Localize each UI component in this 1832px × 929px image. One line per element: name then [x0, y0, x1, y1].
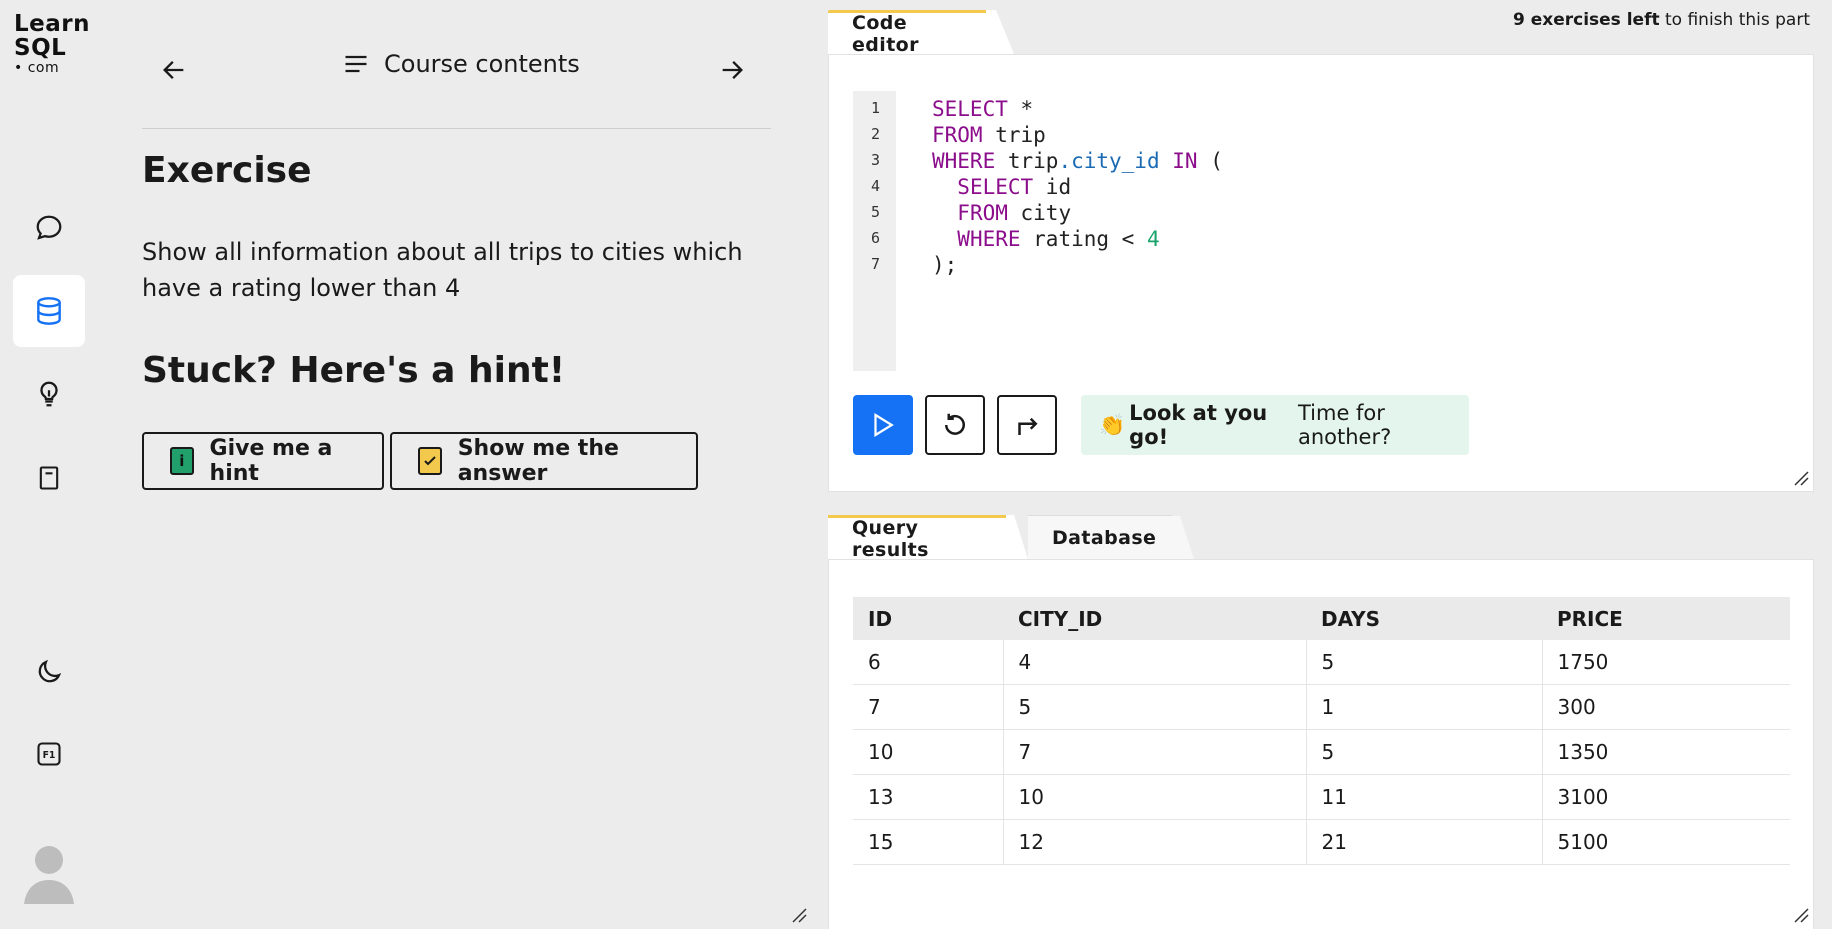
divider: [142, 128, 771, 129]
table-cell: 300: [1542, 684, 1790, 730]
line-number: 2: [871, 125, 881, 143]
run-button[interactable]: [853, 395, 913, 455]
previous-exercise-button[interactable]: [156, 52, 192, 88]
exercises-left-count: 9 exercises left: [1512, 10, 1660, 30]
reset-button[interactable]: [925, 395, 985, 455]
code-editor[interactable]: 1 2 3 4 5 6 7 SELECT * FROM trip WHERE trip.ci…: [853, 91, 1808, 371]
logo-line-1: Learn: [14, 11, 90, 37]
table-header-row: ID CITY_ID DAYS PRICE: [853, 597, 1790, 640]
tab-corner: [986, 10, 1014, 54]
table-row: 7 5 1 300: [853, 684, 1790, 730]
dark-mode-icon[interactable]: [13, 636, 85, 708]
play-icon: [874, 412, 894, 438]
reset-icon: [945, 413, 965, 435]
table-cell: 5100: [1542, 819, 1790, 865]
chat-icon[interactable]: [13, 192, 85, 264]
table-cell: 1350: [1542, 729, 1790, 775]
info-icon: i: [170, 447, 194, 475]
resize-handle-icon[interactable]: [791, 907, 807, 923]
code-line: WHERE trip.city_id IN (: [932, 149, 1223, 173]
table-row: 13 10 11 3100: [853, 774, 1790, 820]
table-cell: 13: [853, 774, 1004, 820]
exercises-left-text: to finish this part: [1659, 10, 1810, 30]
table-cell: 5: [1306, 640, 1543, 685]
table-cell: 7: [853, 684, 1004, 730]
forward-arrow-icon: [1018, 417, 1038, 435]
hint-heading: Stuck? Here's a hint!: [142, 350, 566, 391]
table-cell: 1750: [1542, 640, 1790, 685]
code-line: WHERE rating < 4: [957, 227, 1160, 251]
tab-query-results[interactable]: Query results: [828, 515, 1006, 561]
table-cell: 15: [853, 819, 1004, 865]
resize-handle-icon[interactable]: [1793, 907, 1809, 923]
table-cell: 21: [1306, 819, 1543, 865]
code-line: );: [932, 253, 958, 277]
table-cell: 10: [853, 729, 1004, 775]
line-number: 4: [871, 177, 881, 195]
line-number: 5: [871, 203, 881, 221]
tab-corner: [1172, 516, 1194, 559]
give-hint-button[interactable]: i Give me a hint: [142, 432, 384, 490]
resize-handle-icon[interactable]: [1793, 470, 1809, 486]
avatar[interactable]: [20, 836, 78, 906]
column-header: PRICE: [1542, 597, 1790, 640]
table-row: 10 7 5 1350: [853, 729, 1790, 775]
show-answer-label: Show me the answer: [457, 436, 619, 486]
table-row: 6 4 5 1750: [853, 640, 1790, 685]
database-icon[interactable]: [13, 275, 85, 347]
table-row: 15 12 21 5100: [853, 819, 1790, 865]
table-cell: 5: [1003, 684, 1307, 730]
logo-line-3: • com: [14, 60, 60, 76]
line-number: 1: [871, 99, 881, 117]
clap-icon: 👏: [1099, 412, 1126, 437]
lightbulb-icon[interactable]: [13, 358, 85, 430]
code-line: SELECT id: [957, 175, 1072, 199]
logo[interactable]: Learn SQL • com: [14, 12, 90, 76]
table-cell: 1: [1306, 684, 1543, 730]
give-hint-label: Give me a hint: [209, 436, 333, 486]
f1-help-icon[interactable]: F1: [13, 718, 85, 790]
feedback-text: Time for another?: [1297, 401, 1392, 449]
course-navigation: Course contents: [142, 48, 772, 92]
logo-line-2: SQL: [14, 35, 67, 61]
line-number: 7: [871, 255, 881, 273]
line-number: 3: [871, 151, 881, 169]
course-contents-label: Course contents: [384, 50, 580, 78]
tab-code-editor[interactable]: Code editor: [828, 10, 986, 56]
line-number: 6: [871, 229, 881, 247]
column-header: ID: [853, 597, 1003, 640]
table-cell: 7: [1003, 729, 1307, 775]
code-line: FROM city: [957, 201, 1072, 225]
table-cell: 12: [1003, 819, 1307, 865]
show-answer-button[interactable]: Show me the answer: [390, 432, 698, 490]
tab-corner: [1006, 515, 1028, 559]
exercise-heading: Exercise: [142, 150, 312, 191]
exercise-description: Show all information about all trips to …: [142, 238, 743, 302]
next-button[interactable]: [997, 395, 1057, 455]
table-cell: 5: [1306, 729, 1543, 775]
tab-database[interactable]: Database: [1028, 515, 1172, 559]
exercises-left-status: 9 exercises left to finish this part: [1513, 10, 1810, 30]
feedback-bold: Look at you go!: [1129, 401, 1268, 449]
table-cell: 6: [853, 640, 1004, 685]
table-cell: 4: [1003, 640, 1307, 685]
next-exercise-button[interactable]: [714, 52, 750, 88]
results-table: ID CITY_ID DAYS PRICE 6 4 5 1750 7 5 1 300 10 7 5 1…: [853, 597, 1790, 865]
code-line: FROM trip: [932, 123, 1046, 147]
checkbox-icon: [418, 447, 442, 475]
column-header: CITY_ID: [1003, 597, 1306, 640]
notes-icon[interactable]: [13, 442, 85, 514]
menu-icon: [345, 55, 367, 73]
table-cell: 10: [1003, 774, 1307, 820]
code-line: SELECT *: [932, 97, 1034, 121]
table-cell: 3100: [1542, 774, 1790, 820]
feedback-message: 👏 Look at you go! Time for another?: [1081, 395, 1469, 455]
table-cell: 11: [1306, 774, 1543, 820]
column-header: DAYS: [1306, 597, 1542, 640]
course-contents-button[interactable]: Course contents: [342, 50, 580, 78]
svg-text:F1: F1: [43, 750, 56, 761]
